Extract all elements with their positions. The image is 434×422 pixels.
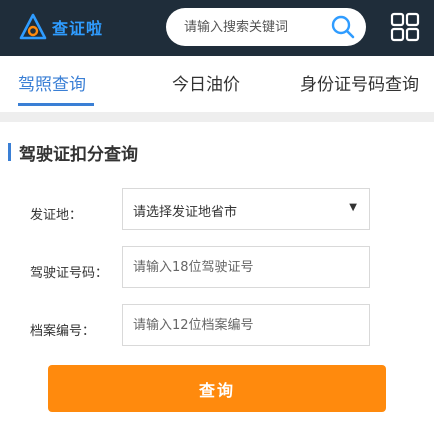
tab-license-query[interactable]: 驾照查询 <box>18 70 86 95</box>
file-number-label: 档案编号： <box>30 324 96 339</box>
active-tab-indicator <box>18 103 94 106</box>
section-title: 驾驶证扣分查询 <box>19 144 138 165</box>
issue-place-label: 发证地： <box>30 208 83 223</box>
license-number-field <box>122 246 370 288</box>
tab-id-number-query[interactable]: 身份证号码查询 <box>300 70 419 95</box>
query-button[interactable]: 查询 <box>48 365 386 412</box>
grid-menu-icon[interactable] <box>390 12 420 42</box>
license-number-label: 驾驶证号码： <box>30 266 109 281</box>
logo-text: 查证啦 <box>52 19 104 38</box>
file-number-field <box>122 304 370 346</box>
dropdown-arrow-icon: ▼ <box>349 202 357 213</box>
license-number-input[interactable] <box>123 247 369 287</box>
file-number-input[interactable] <box>123 305 369 345</box>
top-bar: 查证啦 <box>0 0 434 56</box>
logo-icon <box>19 13 47 40</box>
section-accent-bar <box>8 143 11 161</box>
tab-bar: 驾照查询 今日油价 身份证号码查询 <box>0 56 434 112</box>
search-box <box>166 8 366 46</box>
issue-place-select[interactable]: 请选择发证地省市 ▼ <box>122 188 370 230</box>
logo[interactable]: 查证啦 <box>18 10 103 44</box>
issue-place-value: 请选择发证地省市 <box>133 205 238 220</box>
tab-oil-price[interactable]: 今日油价 <box>172 70 240 95</box>
search-icon[interactable] <box>330 14 356 40</box>
section-divider <box>0 112 434 122</box>
section-header: 驾驶证扣分查询 <box>0 140 138 165</box>
search-input[interactable] <box>182 8 322 46</box>
